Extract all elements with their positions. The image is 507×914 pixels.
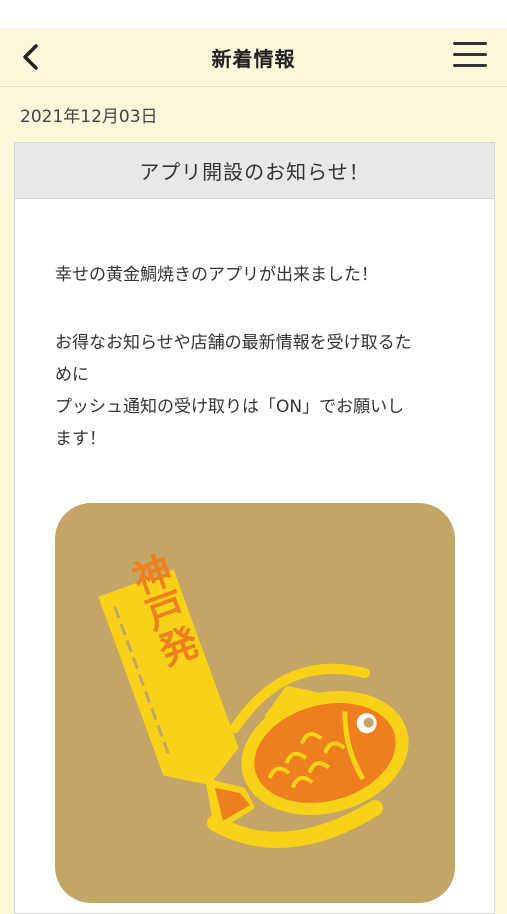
- back-button[interactable]: [16, 40, 50, 74]
- news-body: 幸せの黄金鯛焼きのアプリが出来ました！ お得なお知らせや店舗の最新情報を受け取る…: [15, 259, 494, 455]
- news-line-3: めに: [55, 365, 89, 385]
- news-title: アプリ開設のお知らせ！: [15, 143, 494, 199]
- news-line-4: プッシュ通知の受け取りは「ON」でお願いし: [55, 397, 405, 417]
- status-bar: [0, 0, 507, 28]
- page-title: 新着情報: [211, 46, 296, 71]
- menu-button[interactable]: [453, 42, 487, 72]
- news-line-2: お得なお知らせや店舗の最新情報を受け取るた: [55, 333, 412, 353]
- taiyaki-logo-image: 神戸発: [55, 503, 455, 903]
- news-date: 2021年12月03日: [20, 107, 158, 127]
- chevron-left-icon: [23, 44, 38, 70]
- news-line-5: ます！: [55, 429, 106, 449]
- news-line-1: 幸せの黄金鯛焼きのアプリが出来ました！: [55, 265, 378, 285]
- hamburger-menu-icon: [453, 42, 487, 67]
- navigation-bar: 新着情報: [0, 28, 507, 87]
- news-card: アプリ開設のお知らせ！ 幸せの黄金鯛焼きのアプリが出来ました！ お得なお知らせや…: [14, 142, 495, 914]
